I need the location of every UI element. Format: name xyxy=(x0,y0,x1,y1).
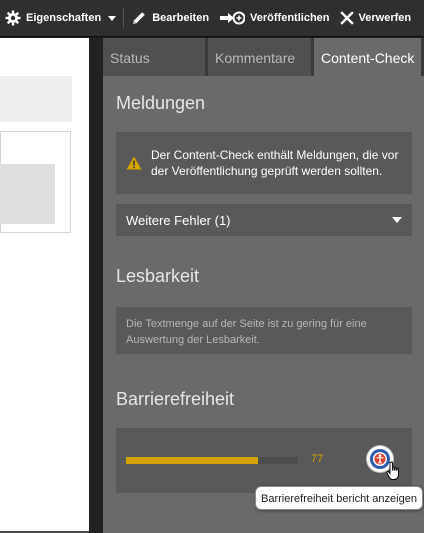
properties-button[interactable]: Eigenschaften xyxy=(0,0,121,37)
lesbarkeit-heading: Lesbarkeit xyxy=(116,266,200,286)
accessibility-score-fill xyxy=(126,457,259,464)
warning-text: Der Content-Check enthält Meldungen, die… xyxy=(151,148,399,178)
meldungen-heading: Meldungen xyxy=(116,93,206,113)
chevron-down-icon xyxy=(108,15,117,21)
tab-content-check[interactable]: Content-Check xyxy=(314,38,421,76)
panel-divider xyxy=(89,38,103,533)
image-placeholder xyxy=(0,164,55,224)
accessibility-score-bar xyxy=(126,457,298,464)
panel-tabs: Status Kommentare Content-Check xyxy=(103,38,424,76)
warning-message: Der Content-Check enthält Meldungen, die… xyxy=(116,132,412,194)
hand-cursor-icon xyxy=(386,461,399,480)
accessibility-score-value: 77 xyxy=(311,453,324,465)
pencil-icon xyxy=(133,12,145,24)
edit-label: Bearbeiten xyxy=(152,12,210,24)
close-icon xyxy=(339,11,354,25)
content-block xyxy=(0,76,72,122)
tab-kommentare[interactable]: Kommentare xyxy=(208,38,311,76)
accessibility-score-card: 77 xyxy=(116,428,412,493)
readability-text: Die Textmenge auf der Seite ist zu gerin… xyxy=(126,318,367,346)
publish-button[interactable]: Veröffentlichen xyxy=(214,0,334,37)
toolbar: Eigenschaften Bearbeiten Veröffentlichen… xyxy=(0,0,424,37)
publish-icon xyxy=(220,11,246,25)
content-check-panel: Status Kommentare Content-Check Meldunge… xyxy=(103,38,424,533)
more-errors-label: Weitere Fehler (1) xyxy=(126,212,231,228)
readability-message: Die Textmenge auf der Seite ist zu gerin… xyxy=(116,307,412,354)
publish-label: Veröffentlichen xyxy=(250,12,330,24)
tab-status[interactable]: Status xyxy=(103,38,205,76)
edit-button[interactable]: Bearbeiten xyxy=(126,0,214,37)
toolbar-separator xyxy=(123,8,125,28)
page-preview xyxy=(0,38,89,533)
more-errors-dropdown[interactable]: Weitere Fehler (1) xyxy=(116,204,412,236)
barrierefreiheit-heading: Barrierefreiheit xyxy=(116,389,235,409)
accessibility-report-tooltip: Barrierefreiheit bericht anzeigen xyxy=(255,486,423,510)
chevron-down-icon xyxy=(392,217,402,223)
discard-button[interactable]: Verwerfen xyxy=(335,0,417,37)
properties-label: Eigenschaften xyxy=(26,12,102,24)
discard-label: Verwerfen xyxy=(358,12,412,24)
gear-icon xyxy=(5,10,21,26)
warning-triangle-icon xyxy=(126,156,142,170)
